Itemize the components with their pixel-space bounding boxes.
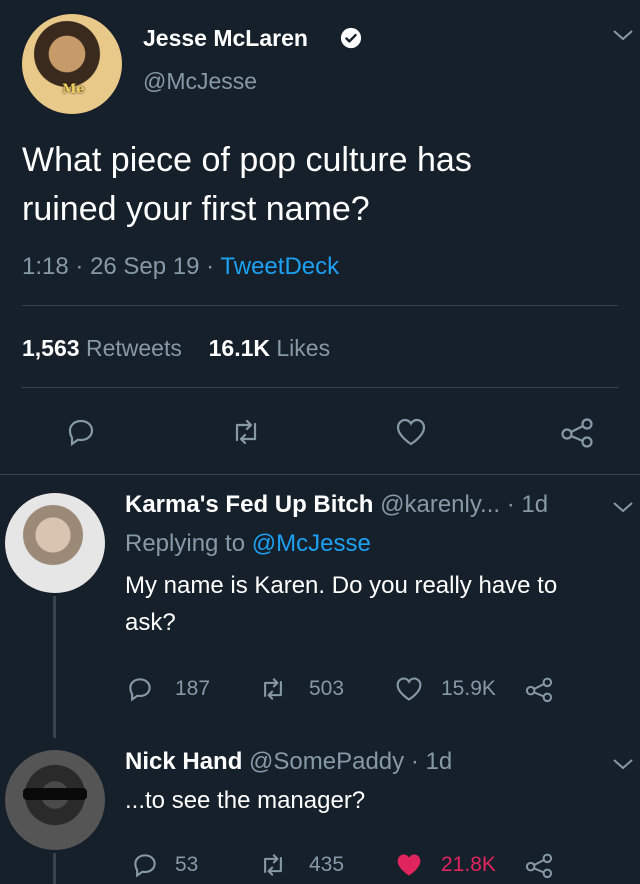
- replying-to-handle[interactable]: @McJesse: [252, 530, 371, 557]
- retweet-count: 503: [309, 677, 345, 700]
- heart-icon[interactable]: [393, 674, 425, 704]
- author-name[interactable]: Jesse McLaren: [143, 25, 308, 52]
- retweet-icon[interactable]: [256, 674, 290, 704]
- tweet-date[interactable]: 26 Sep 19: [90, 253, 199, 280]
- reply-text-line-1: My name is Karen. Do you really have to: [125, 572, 558, 599]
- thread-line: [53, 853, 56, 884]
- chevron-down-icon[interactable]: [612, 757, 634, 776]
- retweets-label: Retweets: [85, 335, 182, 361]
- reply-author-handle[interactable]: @SomePaddy: [249, 748, 404, 775]
- reply-text-line-2: ask?: [125, 609, 176, 636]
- meta-separator: ·: [75, 253, 84, 280]
- divider: [22, 387, 618, 388]
- reply-count: 187: [175, 677, 211, 700]
- like-count: 21.8K: [441, 853, 496, 876]
- share-icon[interactable]: [558, 414, 596, 450]
- reply-author-name[interactable]: Nick Hand: [125, 748, 242, 775]
- retweet-icon[interactable]: [226, 414, 266, 450]
- reply-icon[interactable]: [63, 414, 99, 450]
- reply-count: 53: [175, 853, 199, 876]
- tweet-source[interactable]: TweetDeck: [220, 253, 339, 280]
- verified-badge-icon: [340, 27, 362, 49]
- retweets-count: 1,563: [22, 335, 80, 361]
- chevron-down-icon[interactable]: [612, 28, 634, 47]
- thread-line: [53, 596, 56, 738]
- reply-author-handle[interactable]: @karenly...: [380, 491, 500, 518]
- meta-separator: ·: [206, 253, 215, 280]
- retweet-count: 435: [309, 853, 345, 876]
- sunglasses-shape: [23, 788, 87, 800]
- reply-header: Nick Hand @SomePaddy · 1d: [125, 748, 452, 776]
- divider: [0, 474, 640, 475]
- divider: [22, 305, 618, 306]
- tweet-time[interactable]: 1:18: [22, 253, 69, 280]
- author-handle[interactable]: @McJesse: [143, 68, 257, 95]
- chevron-down-icon[interactable]: [612, 500, 634, 519]
- tweet-text-line-1: What piece of pop culture has: [22, 141, 472, 179]
- reply-header: Karma's Fed Up Bitch @karenly... · 1d: [125, 491, 548, 519]
- replying-to: Replying to @McJesse: [125, 530, 371, 558]
- avatar-caption: Me: [62, 82, 85, 97]
- likes-label: Likes: [276, 335, 331, 361]
- reply-actions: 187 503 15.9K: [125, 672, 565, 708]
- reply-icon[interactable]: [125, 674, 155, 704]
- reply-age[interactable]: · 1d: [411, 748, 452, 775]
- tweet-stats: 1,563 Retweets 16.1K Likes: [22, 335, 330, 362]
- reply-author-name[interactable]: Karma's Fed Up Bitch: [125, 491, 373, 518]
- heart-icon[interactable]: [393, 414, 429, 450]
- reply-icon[interactable]: [130, 850, 160, 880]
- reply-text-line-1: ...to see the manager?: [125, 787, 366, 814]
- like-count: 15.9K: [441, 677, 496, 700]
- author-avatar[interactable]: Me: [22, 14, 122, 114]
- tweet-text-line-2: ruined your first name?: [22, 190, 370, 228]
- tweet-meta: 1:18 · 26 Sep 19 · TweetDeck: [22, 253, 339, 281]
- reply-actions: 53 435 21.8K: [125, 848, 565, 884]
- share-icon[interactable]: [523, 674, 555, 704]
- likes-count: 16.1K: [208, 335, 270, 361]
- reply-avatar[interactable]: [5, 750, 105, 850]
- retweets-stat[interactable]: 1,563 Retweets: [22, 335, 188, 361]
- replying-to-prefix: Replying to: [125, 530, 246, 557]
- reply-age[interactable]: · 1d: [507, 491, 548, 518]
- reply-avatar[interactable]: [5, 493, 105, 593]
- heart-icon[interactable]: [393, 850, 425, 880]
- share-icon[interactable]: [523, 850, 555, 880]
- retweet-icon[interactable]: [256, 850, 290, 880]
- likes-stat[interactable]: 16.1K Likes: [209, 335, 330, 361]
